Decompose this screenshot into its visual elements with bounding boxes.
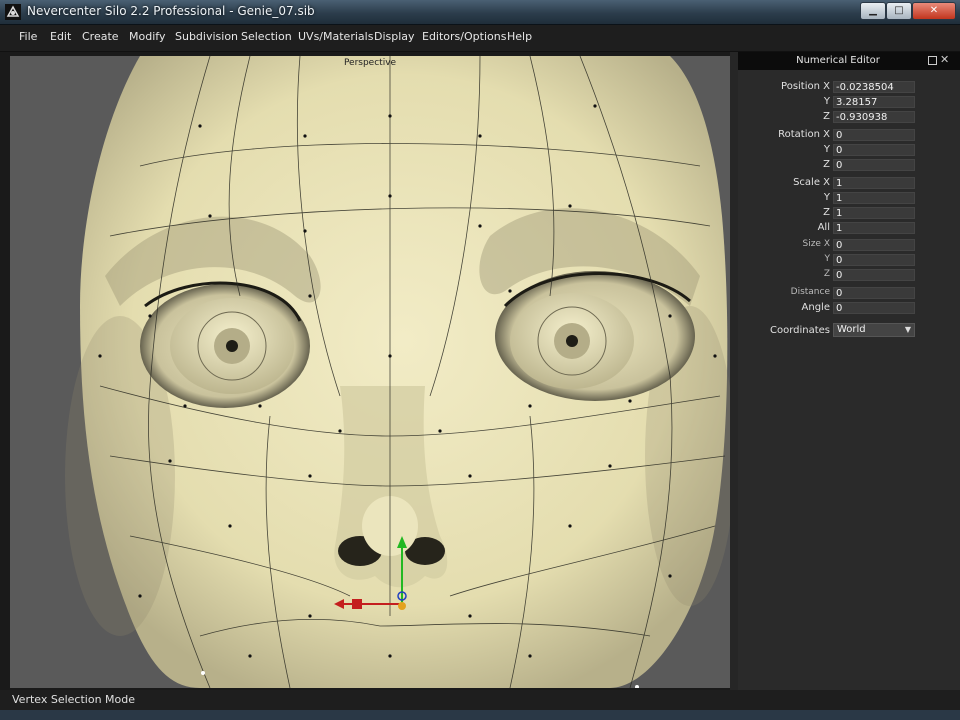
menu-subdivision[interactable]: Subdivision — [175, 30, 238, 43]
rotation-x-row: Rotation X 0 — [738, 129, 960, 142]
size-x-label: Size X — [802, 239, 830, 249]
size-y-label: Y — [824, 254, 831, 264]
menu-help[interactable]: Help — [507, 30, 532, 43]
menu-file[interactable]: File — [19, 30, 37, 43]
size-x-input[interactable]: 0 — [833, 239, 915, 251]
menu-selection[interactable]: Selection — [241, 30, 292, 43]
distance-label: Distance — [790, 287, 830, 297]
scale-y-input[interactable]: 1 — [833, 192, 915, 204]
scale-z-input[interactable]: 1 — [833, 207, 915, 219]
scale-all-input[interactable]: 1 — [833, 222, 915, 234]
distance-row: Distance 0 — [738, 287, 960, 300]
scale-y-label: Y — [823, 192, 830, 203]
rotation-y-row: Y 0 — [738, 144, 960, 157]
size-y-row: Y 0 — [738, 254, 960, 267]
rotation-z-input[interactable]: 0 — [833, 159, 915, 171]
scale-x-label: Scale X — [793, 177, 830, 188]
size-z-label: Z — [823, 269, 830, 279]
head-model-render[interactable] — [10, 56, 730, 688]
angle-row: Angle 0 — [738, 302, 960, 315]
position-x-input[interactable]: -0.0238504 — [833, 81, 915, 93]
size-z-row: Z 0 — [738, 269, 960, 282]
numerical-editor-panel: Numerical Editor ✕ Position X -0.0238504… — [738, 52, 960, 692]
menu-create[interactable]: Create — [82, 30, 119, 43]
size-x-row: Size X 0 — [738, 239, 960, 252]
rotation-z-row: Z 0 — [738, 159, 960, 172]
position-y-row: Y 3.28157 — [738, 96, 960, 109]
position-y-input[interactable]: 3.28157 — [833, 96, 915, 108]
rotation-x-label: Rotation X — [778, 129, 830, 140]
viewport-label: Perspective — [343, 58, 397, 68]
position-z-label: Z — [823, 111, 830, 122]
app-icon — [5, 4, 21, 20]
position-z-row: Z -0.930938 — [738, 111, 960, 124]
panel-divider[interactable] — [730, 52, 738, 692]
menu-uvs-materials[interactable]: UVs/Materials — [298, 30, 373, 43]
scale-x-input[interactable]: 1 — [833, 177, 915, 189]
position-z-input[interactable]: -0.930938 — [833, 111, 915, 123]
close-panel-icon[interactable]: ✕ — [940, 53, 949, 66]
float-window-icon[interactable] — [928, 56, 937, 65]
numerical-editor-header: Numerical Editor ✕ — [738, 52, 960, 70]
scale-all-label: All — [817, 222, 830, 233]
angle-label: Angle — [801, 302, 830, 313]
menu-modify[interactable]: Modify — [129, 30, 165, 43]
position-x-row: Position X -0.0238504 — [738, 81, 960, 94]
menu-display[interactable]: Display — [374, 30, 415, 43]
scale-z-label: Z — [823, 207, 830, 218]
position-y-label: Y — [823, 96, 830, 107]
minimize-button[interactable]: ▁ — [860, 2, 886, 20]
angle-input[interactable]: 0 — [833, 302, 915, 314]
menu-editors-options[interactable]: Editors/Options — [422, 30, 506, 43]
status-bar: Vertex Selection Mode — [0, 690, 960, 710]
rotation-y-input[interactable]: 0 — [833, 144, 915, 156]
menu-bar: File Edit Create Modify Subdivision Sele… — [0, 25, 960, 52]
distance-input[interactable]: 0 — [833, 287, 915, 299]
scale-z-row: Z 1 — [738, 207, 960, 220]
rotation-z-label: Z — [823, 159, 830, 170]
rotation-y-label: Y — [823, 144, 830, 155]
maximize-button[interactable]: □ — [886, 2, 912, 20]
coordinates-value: World — [837, 324, 866, 335]
scale-x-row: Scale X 1 — [738, 177, 960, 190]
close-button[interactable]: ✕ — [912, 2, 956, 20]
scale-y-row: Y 1 — [738, 192, 960, 205]
window-title: Nevercenter Silo 2.2 Professional - Geni… — [27, 4, 315, 18]
size-z-input[interactable]: 0 — [833, 269, 915, 281]
size-y-input[interactable]: 0 — [833, 254, 915, 266]
rotation-x-input[interactable]: 0 — [833, 129, 915, 141]
window-bottom-border — [0, 710, 960, 720]
coordinates-label: Coordinates — [769, 325, 830, 336]
numerical-editor-title: Numerical Editor — [796, 55, 880, 66]
title-bar: Nevercenter Silo 2.2 Professional - Geni… — [0, 0, 960, 25]
perspective-viewport[interactable]: Perspective — [10, 56, 730, 688]
scale-all-row: All 1 — [738, 222, 960, 235]
position-x-label: Position X — [781, 81, 830, 92]
coordinates-dropdown[interactable]: World ▼ — [833, 323, 915, 337]
status-text: Vertex Selection Mode — [12, 693, 136, 706]
chevron-down-icon: ▼ — [904, 325, 911, 334]
menu-edit[interactable]: Edit — [50, 30, 71, 43]
